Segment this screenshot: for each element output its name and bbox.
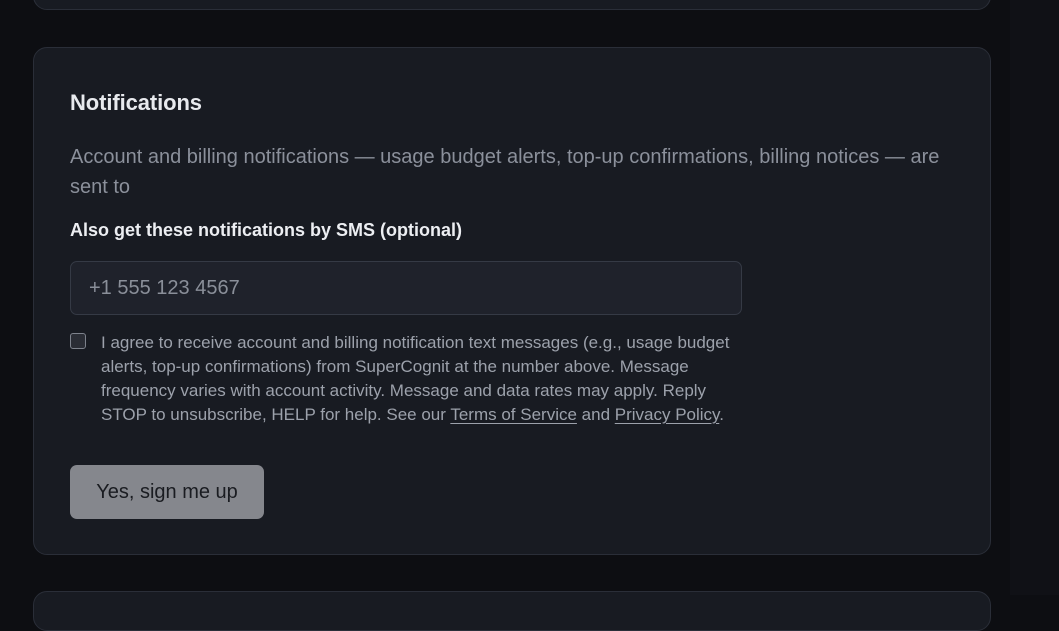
privacy-policy-link[interactable]: Privacy Policy bbox=[615, 405, 720, 424]
consent-and-text: and bbox=[576, 405, 615, 424]
sms-consent-checkbox[interactable] bbox=[70, 333, 86, 349]
previous-settings-card bbox=[33, 0, 991, 10]
sms-opt-in-label: Also get these notifications by SMS (opt… bbox=[70, 220, 463, 240]
page-gutter bbox=[1010, 0, 1059, 595]
consent-period: . bbox=[719, 405, 725, 424]
notifications-card: Notifications Account and billing notifi… bbox=[33, 47, 991, 555]
sms-consent-text: I agree to receive account and billing n… bbox=[101, 331, 741, 427]
phone-number-input[interactable] bbox=[70, 261, 742, 315]
terms-of-service-link[interactable]: Terms of Service bbox=[450, 405, 577, 424]
sms-signup-button[interactable]: Yes, sign me up bbox=[70, 465, 264, 519]
notifications-description: Account and billing notifications — usag… bbox=[70, 146, 940, 198]
notifications-title: Notifications bbox=[70, 90, 202, 115]
next-settings-card bbox=[33, 591, 991, 631]
